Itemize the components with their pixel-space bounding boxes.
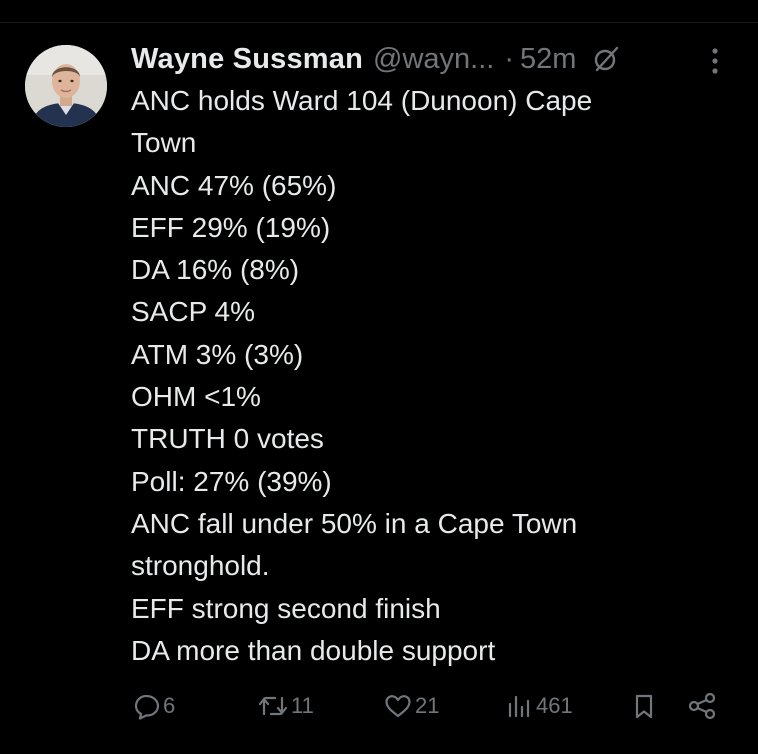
tweet-text-line: OHM <1% bbox=[131, 381, 261, 413]
tweet-text-line: stronghold. bbox=[131, 550, 270, 582]
tweet-text-line: DA more than double support bbox=[131, 634, 496, 666]
bookmark-button[interactable] bbox=[631, 686, 657, 726]
reply-icon bbox=[133, 692, 161, 720]
author-handle[interactable]: @wayn... bbox=[373, 40, 494, 78]
grok-icon[interactable] bbox=[592, 45, 620, 73]
header-separator: · bbox=[504, 43, 514, 75]
repost-count: 11 bbox=[291, 693, 314, 718]
action-bar: 6 11 21 461 bbox=[0, 686, 758, 726]
avatar-photo-icon bbox=[25, 45, 107, 127]
top-divider bbox=[0, 22, 758, 23]
tweet-text-line: ANC fall under 50% in a Cape Town bbox=[131, 507, 578, 539]
tweet-text-line: ATM 3% (3%) bbox=[131, 338, 304, 370]
tweet-text-line: EFF strong second finish bbox=[131, 592, 441, 624]
author-name[interactable]: Wayne Sussman bbox=[131, 40, 363, 78]
repost-icon bbox=[257, 692, 289, 720]
timestamp[interactable]: 52m bbox=[520, 40, 576, 78]
tweet-header: Wayne Sussman @wayn... · 52m bbox=[131, 40, 731, 78]
tweet-text-line: ANC 47% (65%) bbox=[131, 169, 337, 201]
avatar[interactable] bbox=[25, 45, 107, 127]
views-button[interactable]: 461 bbox=[506, 686, 573, 726]
like-icon bbox=[383, 692, 413, 720]
reply-button[interactable]: 6 bbox=[133, 686, 175, 726]
more-options-icon[interactable] bbox=[707, 46, 723, 76]
reply-count: 6 bbox=[163, 693, 176, 718]
like-button[interactable]: 21 bbox=[383, 686, 439, 726]
share-icon bbox=[687, 692, 717, 720]
tweet-text-line: SACP 4% bbox=[131, 296, 255, 328]
like-count: 21 bbox=[415, 693, 440, 718]
share-button[interactable] bbox=[687, 686, 717, 726]
tweet-text-line: EFF 29% (19%) bbox=[131, 211, 331, 243]
bookmark-icon bbox=[631, 692, 657, 720]
tweet-text-line: DA 16% (8%) bbox=[131, 254, 300, 286]
tweet-text-line: Town bbox=[131, 127, 197, 159]
views-icon bbox=[506, 692, 534, 720]
views-count: 461 bbox=[536, 693, 573, 718]
tweet-text-line: TRUTH 0 votes bbox=[131, 423, 324, 455]
tweet-text: ANC holds Ward 104 (Dunoon) Cape Town AN… bbox=[131, 80, 731, 672]
repost-button[interactable]: 11 bbox=[257, 686, 314, 726]
tweet-text-line: Poll: 27% (39%) bbox=[131, 465, 332, 497]
tweet-text-line: ANC holds Ward 104 (Dunoon) Cape bbox=[131, 85, 593, 116]
